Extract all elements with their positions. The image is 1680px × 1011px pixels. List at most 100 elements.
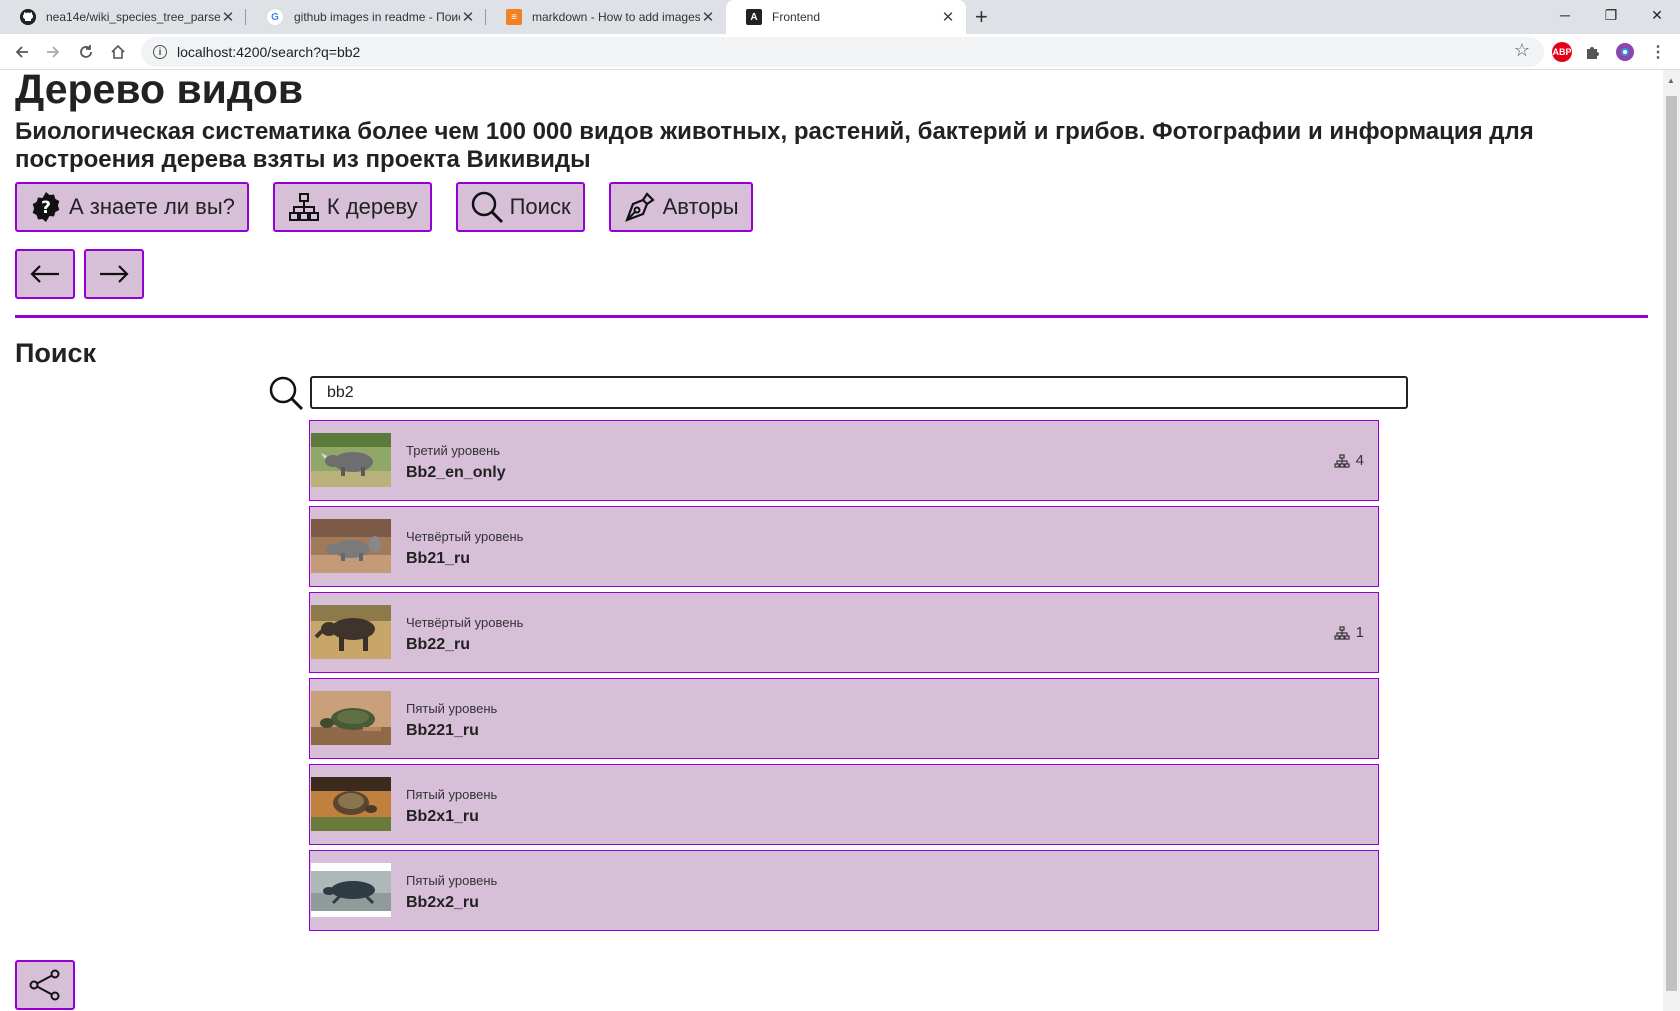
result-name: Bb2x2_ru bbox=[406, 894, 479, 911]
close-window-button[interactable]: ✕ bbox=[1634, 0, 1680, 30]
tab-title: markdown - How to add images bbox=[532, 10, 700, 24]
search-input[interactable] bbox=[310, 376, 1408, 409]
turtle-thumbnail bbox=[311, 691, 391, 745]
result-row[interactable]: Пятый уровень Bb2x2_ru bbox=[309, 850, 1379, 931]
close-icon[interactable]: ✕ bbox=[460, 8, 476, 26]
to-tree-button[interactable]: К дереву bbox=[272, 182, 432, 232]
authors-label: Авторы bbox=[662, 194, 739, 219]
result-level: Пятый уровень bbox=[406, 873, 498, 888]
history-nav bbox=[15, 249, 144, 299]
page-subtitle: Биологическая систематика более чем 100 … bbox=[15, 118, 1534, 173]
scrollbar-thumb[interactable] bbox=[1666, 96, 1677, 991]
angular-icon: A bbox=[746, 9, 762, 25]
children-count-value: 4 bbox=[1355, 452, 1364, 469]
address-bar[interactable]: i localhost:4200/search?q=bb2 ☆ bbox=[141, 37, 1544, 67]
result-level: Пятый уровень bbox=[406, 787, 498, 802]
result-name: Bb221_ru bbox=[406, 722, 479, 739]
result-row[interactable]: Пятый уровень Bb2x1_ru bbox=[309, 764, 1379, 845]
result-row[interactable]: Пятый уровень Bb221_ru bbox=[309, 678, 1379, 759]
result-row[interactable]: Четвёртый уровень Bb22_ru 1 bbox=[309, 592, 1379, 673]
result-row[interactable]: Четвёртый уровень Bb21_ru bbox=[309, 506, 1379, 587]
result-level: Четвёртый уровень bbox=[406, 529, 524, 544]
tab-title: nea14e/wiki_species_tree_parser bbox=[46, 10, 220, 24]
result-name: Bb22_ru bbox=[406, 636, 471, 653]
result-name: Bb2x1_ru bbox=[406, 808, 479, 825]
info-icon[interactable]: i bbox=[153, 45, 167, 59]
children-count-value: 1 bbox=[1355, 624, 1364, 641]
forward-button[interactable] bbox=[40, 39, 66, 65]
bookmark-star-icon[interactable]: ☆ bbox=[1514, 40, 1530, 61]
main-nav: ? А знаете ли вы? К дереву Поиск Авторы bbox=[15, 182, 753, 232]
tab-title: Frontend bbox=[772, 10, 821, 24]
question-badge-icon: ? bbox=[29, 190, 63, 224]
did-you-know-label: А знаете ли вы? bbox=[69, 194, 235, 219]
divider bbox=[15, 315, 1648, 318]
result-row[interactable]: Третий уровень Bb2_en_only 4 bbox=[309, 420, 1379, 501]
reload-button[interactable] bbox=[73, 39, 99, 65]
pen-nib-icon bbox=[623, 190, 657, 224]
browser-tab[interactable]: ≡ markdown - How to add images ✕ bbox=[486, 0, 726, 34]
adblock-plus-icon[interactable]: ABP bbox=[1552, 42, 1572, 62]
url-text[interactable]: localhost:4200/search?q=bb2 bbox=[177, 44, 360, 60]
minimize-button[interactable]: ─ bbox=[1542, 0, 1588, 30]
did-you-know-button[interactable]: ? А знаете ли вы? bbox=[15, 182, 249, 232]
page-title: Дерево видов bbox=[15, 70, 304, 112]
restore-button[interactable]: ❐ bbox=[1588, 0, 1634, 30]
close-icon[interactable]: ✕ bbox=[940, 8, 956, 26]
tapir-thumbnail bbox=[311, 605, 391, 659]
search-icon bbox=[268, 375, 304, 416]
arrow-left-icon bbox=[30, 265, 59, 283]
search-results: Третий уровень Bb2_en_only 4 Четвёртый у… bbox=[309, 420, 1379, 936]
children-count: 4 bbox=[1334, 452, 1364, 469]
arrow-right-icon bbox=[100, 265, 129, 283]
history-forward-button[interactable] bbox=[84, 249, 144, 299]
puzzle-icon[interactable] bbox=[1583, 42, 1603, 62]
browser-toolbar: i localhost:4200/search?q=bb2 ☆ ABP ⋮ bbox=[0, 34, 1680, 70]
menu-dots-icon[interactable]: ⋮ bbox=[1648, 42, 1668, 62]
rhinoceros-thumbnail bbox=[311, 433, 391, 487]
result-level: Пятый уровень bbox=[406, 701, 498, 716]
tortoise-thumbnail bbox=[311, 777, 391, 831]
page-scrollbar[interactable]: ▲ bbox=[1663, 70, 1680, 1011]
result-name: Bb2_en_only bbox=[406, 464, 506, 481]
sea-turtle-thumbnail bbox=[311, 863, 391, 917]
search-nav-label: Поиск bbox=[509, 194, 571, 219]
profile-icon[interactable] bbox=[1615, 42, 1635, 62]
browser-tab-bar: nea14e/wiki_species_tree_parser ✕ G gith… bbox=[0, 0, 1680, 34]
hierarchy-icon bbox=[1334, 625, 1350, 640]
section-title: Поиск bbox=[15, 338, 97, 368]
result-name: Bb21_ru bbox=[406, 550, 471, 567]
page-content: Дерево видов Биологическая систематика б… bbox=[0, 70, 1663, 1011]
scroll-up-icon[interactable]: ▲ bbox=[1667, 76, 1675, 85]
home-icon bbox=[111, 44, 125, 59]
hierarchy-icon bbox=[1334, 453, 1350, 468]
svg-text:?: ? bbox=[41, 198, 51, 218]
history-back-button[interactable] bbox=[15, 249, 75, 299]
tab-title: github images in readme - Поиск bbox=[294, 10, 460, 24]
rhinoceros-thumbnail bbox=[311, 519, 391, 573]
stackoverflow-icon: ≡ bbox=[506, 9, 522, 25]
children-count: 1 bbox=[1334, 624, 1364, 641]
authors-button[interactable]: Авторы bbox=[608, 182, 753, 232]
browser-tab-active[interactable]: A Frontend ✕ bbox=[726, 0, 966, 34]
result-level: Третий уровень bbox=[406, 443, 501, 458]
new-tab-button[interactable]: + bbox=[975, 4, 988, 30]
result-level: Четвёртый уровень bbox=[406, 615, 524, 630]
home-button[interactable] bbox=[105, 39, 131, 65]
github-icon bbox=[20, 9, 36, 25]
share-icon bbox=[29, 969, 60, 1001]
close-icon[interactable]: ✕ bbox=[700, 8, 716, 26]
browser-tab[interactable]: nea14e/wiki_species_tree_parser ✕ bbox=[0, 0, 246, 34]
to-tree-label: К дереву bbox=[326, 194, 418, 219]
arrow-right-icon bbox=[47, 46, 60, 58]
close-icon[interactable]: ✕ bbox=[220, 8, 236, 26]
share-button[interactable] bbox=[15, 960, 75, 1010]
reload-icon bbox=[80, 45, 92, 58]
google-icon: G bbox=[266, 8, 284, 26]
search-nav-button[interactable]: Поиск bbox=[455, 182, 585, 232]
arrow-left-icon bbox=[15, 46, 28, 58]
search-icon bbox=[470, 190, 504, 224]
browser-tab[interactable]: G github images in readme - Поиск ✕ bbox=[246, 0, 486, 34]
hierarchy-icon bbox=[287, 190, 321, 224]
back-button[interactable] bbox=[9, 39, 35, 65]
